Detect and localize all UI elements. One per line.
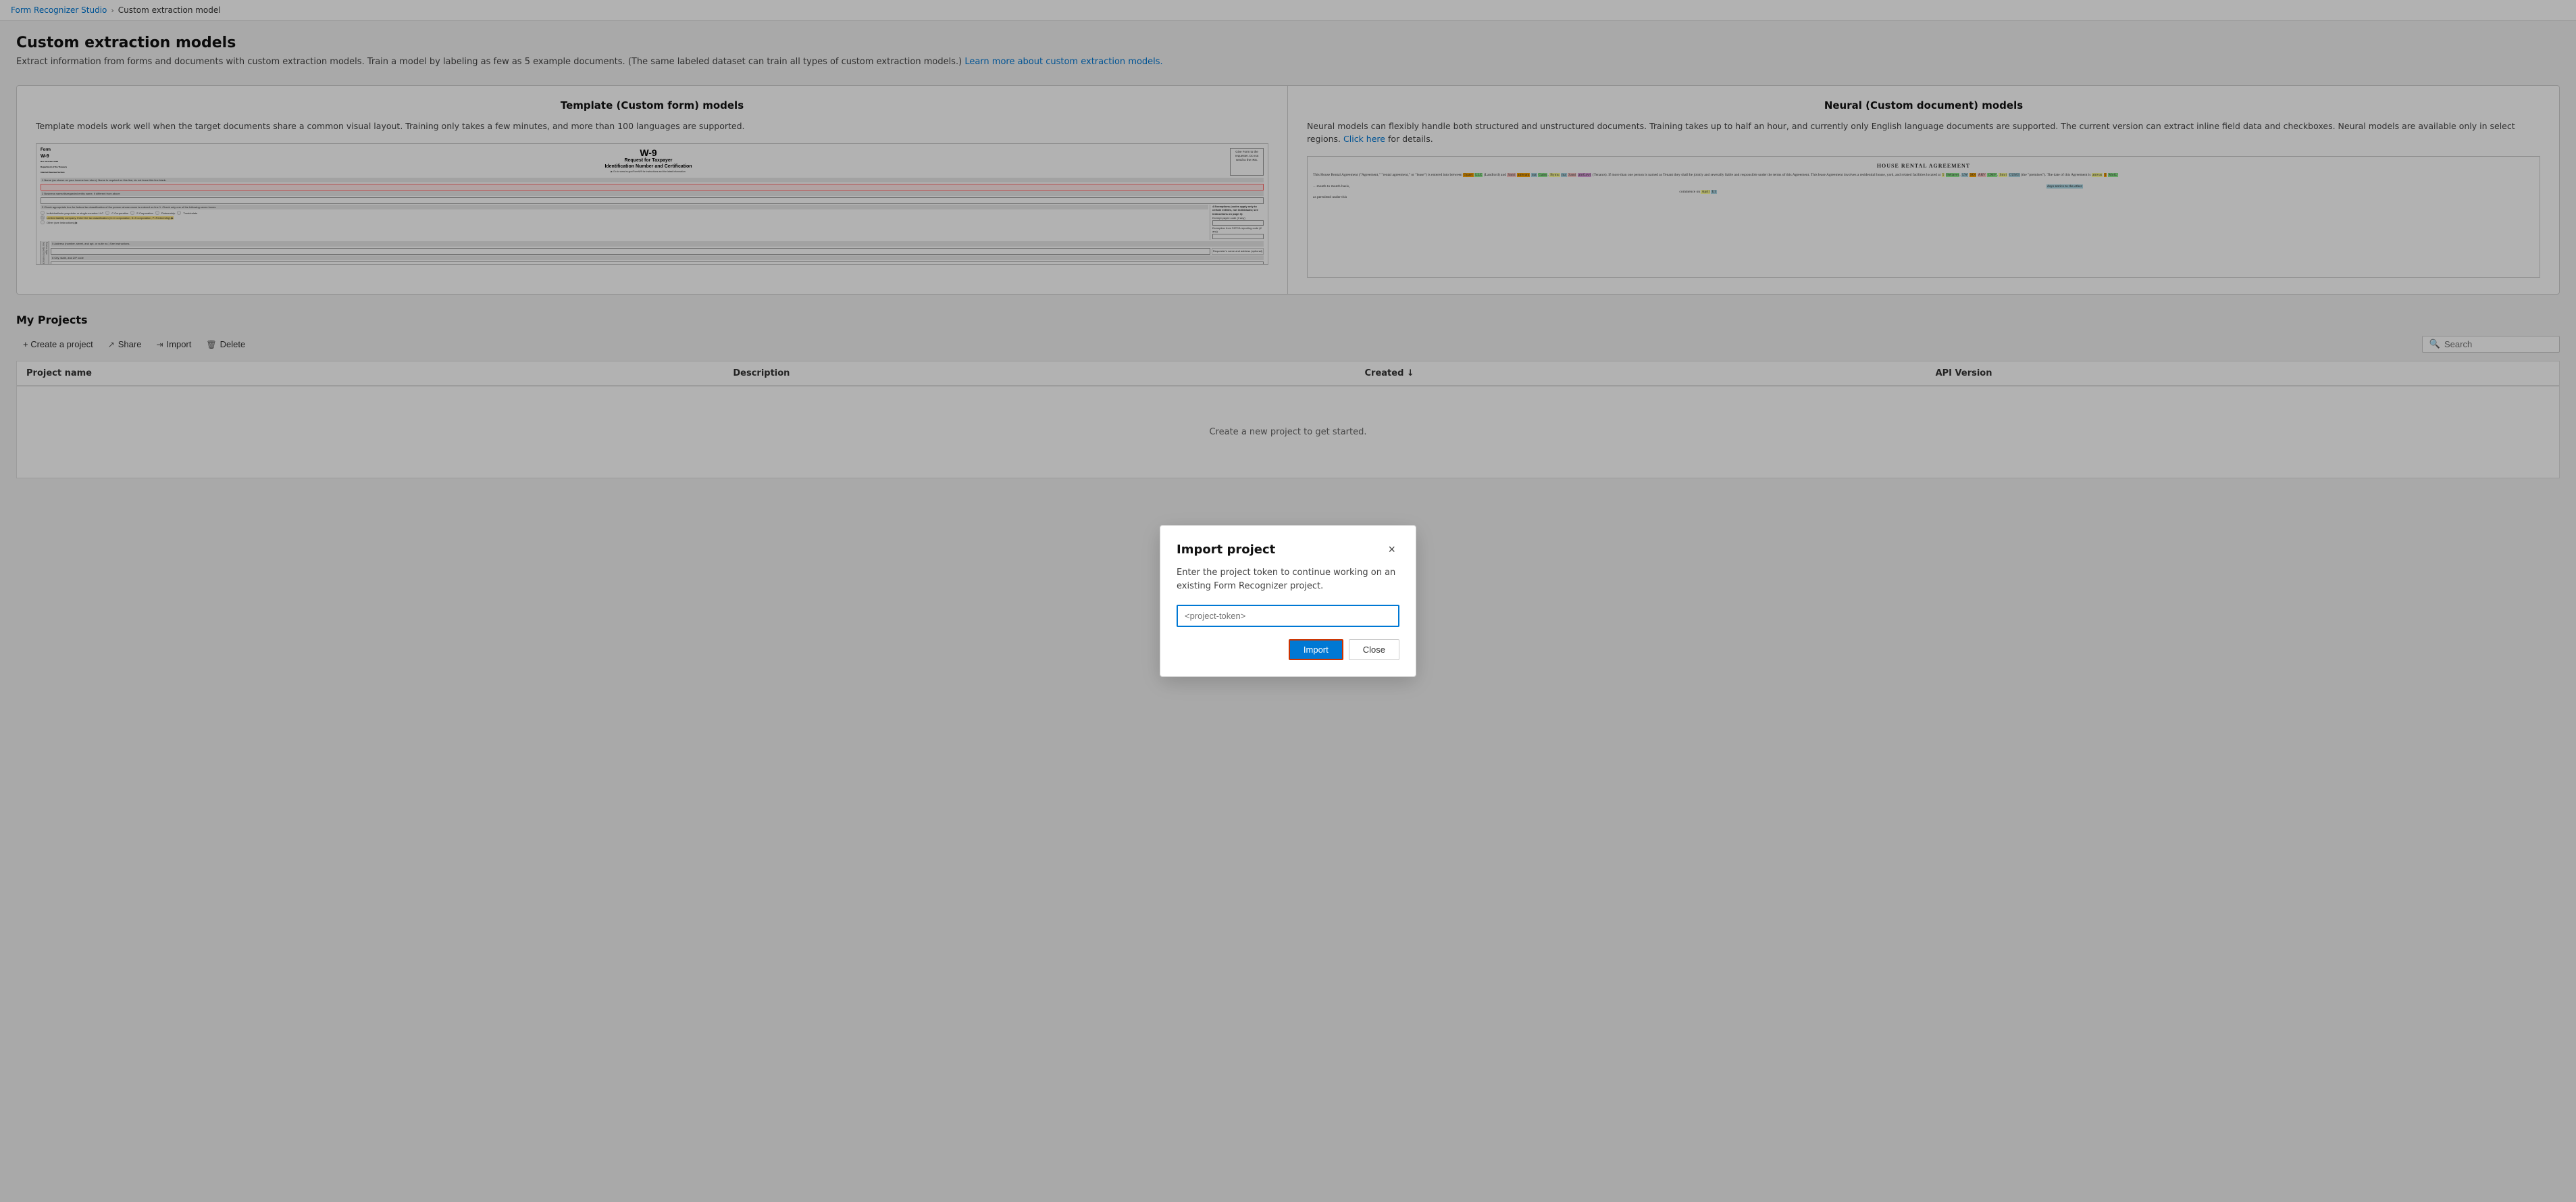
modal-overlay[interactable]: Import project × Enter the project token… bbox=[0, 0, 2576, 1202]
modal-cancel-button[interactable]: Close bbox=[1349, 639, 1399, 660]
project-token-input[interactable]: <project-token> bbox=[1177, 605, 1399, 627]
modal-title: Import project bbox=[1177, 543, 1275, 557]
import-confirm-button[interactable]: Import bbox=[1289, 639, 1343, 660]
import-modal: Import project × Enter the project token… bbox=[1160, 525, 1416, 677]
modal-description: Enter the project token to continue work… bbox=[1177, 566, 1399, 593]
modal-header: Import project × bbox=[1177, 542, 1399, 557]
modal-close-button[interactable]: × bbox=[1384, 542, 1399, 557]
modal-footer: Import Close bbox=[1177, 639, 1399, 660]
